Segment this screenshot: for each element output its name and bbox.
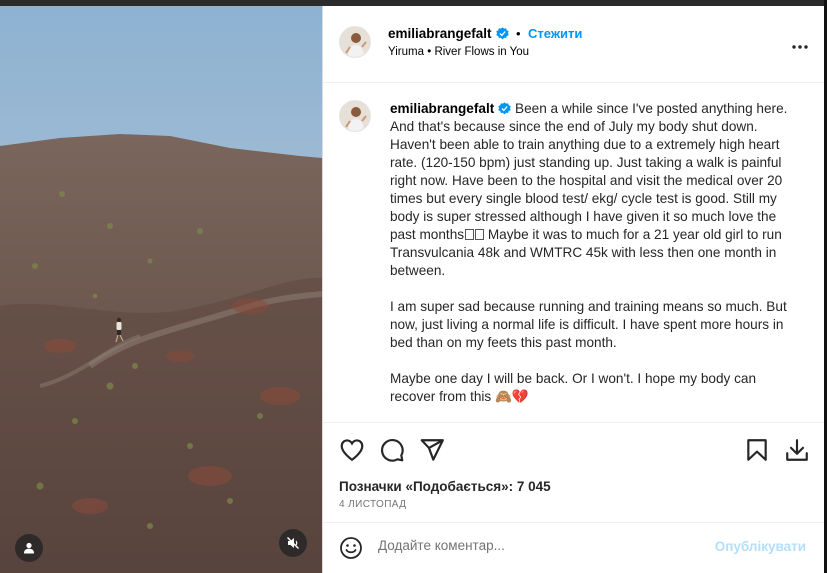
caption-author-avatar[interactable] — [339, 100, 371, 132]
emoji-icon[interactable] — [339, 536, 363, 560]
caption-text-1: Been a while since I've posted anything … — [390, 101, 788, 242]
missing-glyph-icon — [475, 229, 485, 240]
author-avatar[interactable] — [339, 26, 371, 58]
more-options-icon — [792, 45, 808, 49]
caption-paragraph: Maybe one day I will be back. Or I won't… — [390, 371, 757, 404]
likes-label: Позначки «Подобається»: — [339, 479, 517, 494]
likes-number: 7 045 — [516, 479, 551, 494]
avatar-image — [340, 27, 370, 57]
likes-count[interactable]: Позначки «Подобається»: 7 045 — [339, 479, 551, 494]
mute-button[interactable] — [279, 529, 307, 557]
post-date[interactable]: 4 ЛИСТОПАД — [339, 499, 406, 510]
verified-badge-icon — [495, 27, 509, 40]
user-tag-button[interactable] — [15, 534, 43, 562]
author-username[interactable]: emiliabrangefalt — [388, 26, 492, 41]
user-tag-icon — [24, 542, 34, 554]
post-header: emiliabrangefalt • Стежити Yiruma • Rive… — [323, 6, 827, 83]
share-icon[interactable] — [419, 437, 445, 463]
audio-artist: Yiruma — [388, 46, 424, 58]
verified-badge-icon — [498, 102, 511, 115]
caption-area: emiliabrangefalt Been a while since I've… — [323, 84, 827, 421]
mountain-photo — [0, 6, 322, 573]
post-caption: emiliabrangefalt Been a while since I've… — [390, 100, 800, 424]
bookmark-icon[interactable] — [744, 437, 770, 463]
comment-icon[interactable] — [379, 437, 405, 463]
avatar-image — [340, 101, 370, 131]
post-comment-button[interactable]: Опублікувати — [715, 539, 806, 554]
post-media[interactable] — [0, 6, 322, 573]
audio-track: River Flows in You — [434, 46, 530, 58]
missing-glyph-icon — [465, 229, 475, 240]
comment-input[interactable] — [378, 538, 698, 553]
audio-info[interactable]: Yiruma • River Flows in You — [388, 46, 529, 58]
header-separator: • — [515, 26, 521, 41]
caption-paragraph: I am super sad because running and train… — [390, 299, 787, 350]
audio-separator: • — [427, 46, 432, 58]
download-icon[interactable] — [784, 437, 810, 463]
caption-paragraph: emiliabrangefalt Been a while since I've… — [390, 100, 800, 280]
mute-icon — [287, 537, 299, 549]
follow-button[interactable]: Стежити — [528, 26, 582, 41]
comment-composer: Опублікувати — [323, 522, 827, 573]
post-details-panel: emiliabrangefalt • Стежити Yiruma • Rive… — [322, 6, 827, 573]
caption-username[interactable]: emiliabrangefalt — [390, 101, 494, 116]
more-options-button[interactable] — [792, 36, 808, 54]
heart-icon[interactable] — [339, 437, 365, 463]
header-user-line: emiliabrangefalt • Стежити — [388, 25, 582, 43]
